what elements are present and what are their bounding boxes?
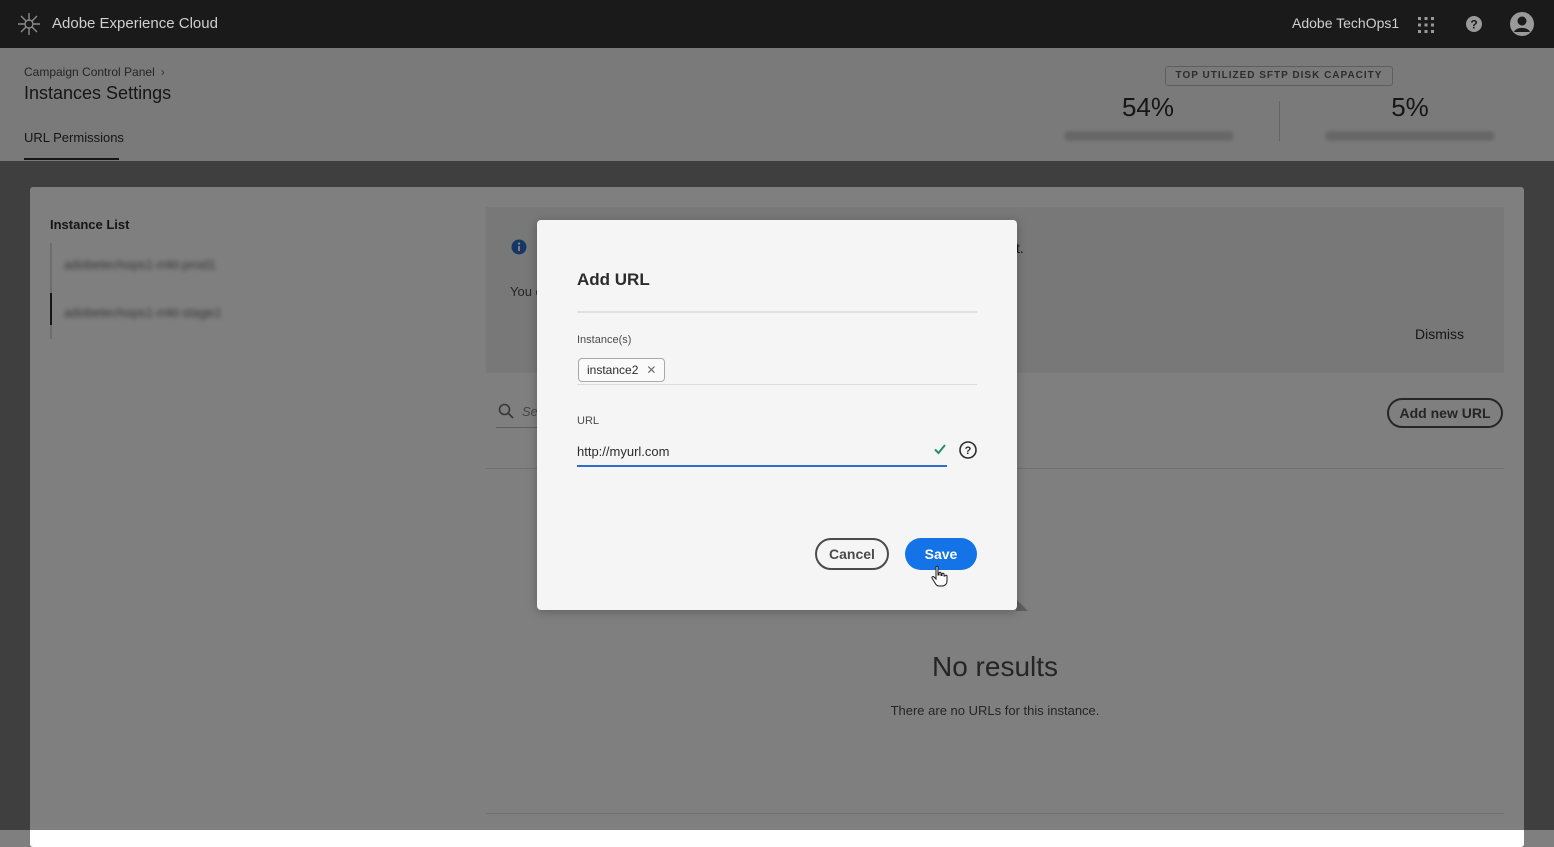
cancel-button[interactable]: Cancel xyxy=(815,538,889,570)
url-input[interactable] xyxy=(577,437,947,467)
help-icon[interactable]: ? xyxy=(1465,15,1483,33)
add-url-dialog: Add URL Instance(s) instance2 ✕ URL ? Ca… xyxy=(537,220,1017,610)
apps-grid-icon[interactable] xyxy=(1417,16,1435,34)
app-brand: Adobe Experience Cloud xyxy=(52,15,218,32)
shell-bar: Adobe Experience Cloud Adobe TechOps1 ? xyxy=(0,0,1554,48)
svg-text:?: ? xyxy=(1470,18,1477,32)
url-label: URL xyxy=(577,415,600,427)
instances-field-underline[interactable] xyxy=(577,384,977,385)
instances-label: Instance(s) xyxy=(577,334,632,346)
instance-tag-label: instance2 xyxy=(587,363,639,377)
org-switcher[interactable]: Adobe TechOps1 xyxy=(1292,15,1399,31)
svg-text:?: ? xyxy=(965,445,972,457)
instance-tag: instance2 ✕ xyxy=(578,358,666,382)
checkmark-icon xyxy=(934,444,946,455)
dialog-title: Add URL xyxy=(577,270,650,289)
help-circle-icon[interactable]: ? xyxy=(959,441,977,459)
dialog-divider xyxy=(577,311,977,313)
remove-tag-icon[interactable]: ✕ xyxy=(646,359,656,381)
hand-cursor-icon xyxy=(931,565,948,587)
adobe-logo-icon[interactable] xyxy=(16,11,42,37)
user-avatar-icon[interactable] xyxy=(1509,11,1535,37)
